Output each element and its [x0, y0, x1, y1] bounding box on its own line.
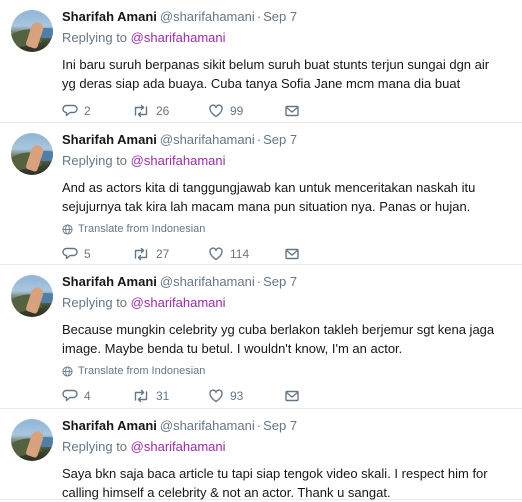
- replying-prefix: Replying to: [62, 295, 128, 310]
- author-name[interactable]: Sharifah Amani: [62, 274, 157, 289]
- like-button[interactable]: 93: [208, 388, 284, 404]
- retweet-button[interactable]: 26: [132, 103, 208, 119]
- tweet-text: Because mungkin celebrity yg cuba berlak…: [62, 322, 495, 356]
- separator: ·: [256, 274, 262, 289]
- tweet-header: Sharifah Amani @sharifahamani · Sep 7: [62, 418, 512, 434]
- tweet-text: Saya bkn saja baca article tu tapi siap …: [62, 466, 488, 500]
- envelope-icon: [285, 248, 299, 260]
- direct-message-button[interactable]: [284, 246, 300, 262]
- separator: ·: [256, 418, 262, 433]
- reply-button[interactable]: 4: [62, 388, 132, 404]
- like-button[interactable]: 114: [208, 246, 284, 262]
- translate-link[interactable]: Translate from Indonesian: [62, 222, 512, 236]
- mention-link[interactable]: @sharifahamani: [131, 295, 226, 310]
- reply-count: 2: [84, 104, 91, 118]
- replying-to: Replying to @sharifahamani: [62, 30, 512, 46]
- like-button[interactable]: 99: [208, 103, 284, 119]
- reply-count: 5: [84, 247, 91, 261]
- tweet-header: Sharifah Amani @sharifahamani · Sep 7: [62, 9, 512, 25]
- author-name[interactable]: Sharifah Amani: [62, 132, 157, 147]
- direct-message-button[interactable]: [284, 388, 300, 404]
- reply-button[interactable]: 5: [62, 246, 132, 262]
- heart-icon: [209, 104, 223, 118]
- replying-prefix: Replying to: [62, 30, 128, 45]
- timestamp[interactable]: Sep 7: [263, 9, 297, 24]
- tweet-text: And as actors kita di tanggungjawab kan …: [62, 180, 476, 214]
- reply-button[interactable]: 2: [62, 103, 132, 119]
- author-name[interactable]: Sharifah Amani: [62, 9, 157, 24]
- avatar[interactable]: [11, 10, 53, 52]
- tweet-text: Ini baru suruh berpanas sikit belum suru…: [62, 57, 490, 91]
- separator: ·: [256, 9, 262, 24]
- like-count: 99: [230, 104, 244, 118]
- heart-icon: [209, 389, 223, 403]
- envelope-icon: [285, 105, 299, 117]
- timestamp[interactable]: Sep 7: [263, 274, 297, 289]
- tweet-header: Sharifah Amani @sharifahamani · Sep 7: [62, 274, 512, 290]
- retweet-count: 27: [156, 247, 170, 261]
- avatar[interactable]: [11, 133, 53, 175]
- replying-prefix: Replying to: [62, 153, 128, 168]
- heart-icon: [209, 247, 223, 261]
- tweet-header: Sharifah Amani @sharifahamani · Sep 7: [62, 132, 512, 148]
- tweet-actions: 2 26 99: [62, 102, 512, 120]
- author-handle[interactable]: @sharifahamani: [160, 132, 255, 147]
- replying-to: Replying to @sharifahamani: [62, 295, 512, 311]
- mention-link[interactable]: @sharifahamani: [131, 439, 226, 454]
- retweet-button[interactable]: 27: [132, 246, 208, 262]
- replying-to: Replying to @sharifahamani: [62, 153, 512, 169]
- replying-to: Replying to @sharifahamani: [62, 439, 512, 455]
- retweet-count: 26: [156, 104, 170, 118]
- replying-prefix: Replying to: [62, 439, 128, 454]
- like-count: 114: [230, 247, 250, 261]
- timestamp[interactable]: Sep 7: [263, 132, 297, 147]
- retweet-icon: [134, 104, 148, 118]
- avatar[interactable]: [11, 275, 53, 317]
- avatar[interactable]: [11, 419, 53, 461]
- timestamp[interactable]: Sep 7: [263, 418, 297, 433]
- envelope-icon: [285, 390, 299, 402]
- reply-icon: [62, 389, 78, 402]
- tweet[interactable]: Sharifah Amani @sharifahamani · Sep 7 Reply…: [0, 123, 522, 265]
- translate-label: Translate from Indonesian: [78, 365, 206, 377]
- translate-link[interactable]: Translate from Indonesian: [62, 364, 512, 378]
- reply-icon: [62, 247, 78, 260]
- tweet-actions: 4 31 93: [62, 387, 512, 405]
- author-handle[interactable]: @sharifahamani: [160, 418, 255, 433]
- retweet-icon: [134, 247, 148, 261]
- tweet-feed: Sharifah Amani @sharifahamani · Sep 7 Reply…: [0, 0, 522, 500]
- retweet-count: 31: [156, 389, 170, 403]
- tweet[interactable]: Sharifah Amani @sharifahamani · Sep 7 Reply…: [0, 409, 522, 500]
- tweet-actions: 5 27 114: [62, 245, 512, 263]
- author-handle[interactable]: @sharifahamani: [160, 9, 255, 24]
- reply-count: 4: [84, 389, 91, 403]
- mention-link[interactable]: @sharifahamani: [131, 153, 226, 168]
- author-handle[interactable]: @sharifahamani: [160, 274, 255, 289]
- globe-icon: [62, 365, 73, 377]
- tweet[interactable]: Sharifah Amani @sharifahamani · Sep 7 Reply…: [0, 0, 522, 123]
- retweet-button[interactable]: 31: [132, 388, 208, 404]
- mention-link[interactable]: @sharifahamani: [131, 30, 226, 45]
- author-name[interactable]: Sharifah Amani: [62, 418, 157, 433]
- like-count: 93: [230, 389, 244, 403]
- direct-message-button[interactable]: [284, 103, 300, 119]
- reply-icon: [62, 104, 78, 117]
- globe-icon: [62, 223, 73, 235]
- retweet-icon: [134, 389, 148, 403]
- translate-label: Translate from Indonesian: [78, 223, 206, 235]
- tweet[interactable]: Sharifah Amani @sharifahamani · Sep 7 Reply…: [0, 265, 522, 409]
- separator: ·: [256, 132, 262, 147]
